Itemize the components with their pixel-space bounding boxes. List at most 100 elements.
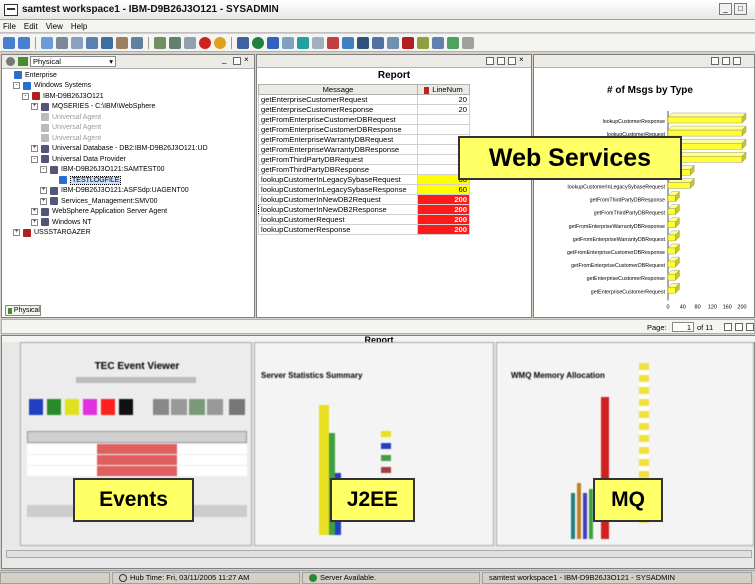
tree-node[interactable]: + Universal Database - DB2:IBM-D9B26J3O12…: [4, 144, 252, 155]
back-arrow-icon[interactable]: [3, 36, 15, 49]
menu-edit[interactable]: Edit: [24, 22, 38, 31]
refresh-icon[interactable]: [116, 36, 128, 49]
settings-icon[interactable]: [229, 399, 245, 415]
bar[interactable]: [667, 182, 691, 189]
table-row[interactable]: lookupCustomerResponse 200: [258, 224, 470, 235]
tree-node[interactable]: - Windows Systems: [4, 81, 252, 92]
filter-icon[interactable]: [184, 36, 196, 49]
panel-float-icon[interactable]: [486, 57, 494, 65]
collapse-icon[interactable]: -: [40, 166, 47, 174]
table-row[interactable]: getFromThirdPartyDBRequest: [258, 154, 470, 165]
view-select[interactable]: Physical ▾: [30, 56, 116, 67]
link-icon[interactable]: [101, 36, 113, 49]
tree-node[interactable]: - Universal Data Provider: [4, 154, 252, 165]
expand-icon[interactable]: +: [31, 208, 38, 216]
forward-arrow-icon[interactable]: [18, 36, 30, 49]
expand-icon[interactable]: +: [31, 218, 38, 226]
gauge-icon[interactable]: [372, 36, 384, 49]
tree-node[interactable]: + Services_Management:SMV00: [4, 196, 252, 207]
copy-icon[interactable]: [86, 36, 98, 49]
filter-icon[interactable]: [171, 399, 187, 415]
expand-icon[interactable]: +: [13, 229, 20, 237]
globe-icon[interactable]: [252, 36, 264, 49]
column-header-message[interactable]: Message: [258, 84, 418, 95]
panel-close-icon[interactable]: ×: [519, 56, 527, 65]
event-row[interactable]: [27, 466, 247, 476]
table-row[interactable]: lookupCustomerInLegacySybaseRequest60: [258, 174, 470, 185]
panel-split-icon[interactable]: [735, 323, 743, 331]
table-icon[interactable]: [267, 36, 279, 49]
bar[interactable]: [667, 273, 676, 281]
panel-maximize-icon[interactable]: [746, 323, 754, 331]
event-console-icon[interactable]: [402, 36, 414, 49]
collapse-icon[interactable]: -: [31, 155, 38, 163]
take-action-icon[interactable]: [447, 36, 459, 49]
tab-physical[interactable]: Physical: [5, 305, 41, 316]
table-row[interactable]: getFromEnterpriseWarrantyDBRequest: [258, 134, 470, 145]
view-icon[interactable]: [237, 36, 249, 49]
print-icon[interactable]: [153, 399, 169, 415]
bar[interactable]: [667, 195, 676, 202]
tree-node[interactable]: + WebSphere Application Server Agent: [4, 207, 252, 218]
horizontal-scrollbar[interactable]: [6, 550, 752, 558]
bar[interactable]: [667, 116, 743, 124]
panel-split-icon[interactable]: [722, 57, 730, 65]
severity-warning-icon[interactable]: [65, 399, 79, 415]
table-row[interactable]: getEnterpriseCustomerRequest 20: [258, 94, 470, 105]
close-event-icon[interactable]: [207, 399, 223, 415]
event-row[interactable]: [27, 444, 247, 454]
tree-node[interactable]: TESTLOGFILE: [4, 175, 252, 186]
bar[interactable]: [667, 221, 676, 229]
tree-node[interactable]: + Windows NT: [4, 217, 252, 228]
severity-fatal-icon[interactable]: [101, 399, 115, 415]
page-number-input[interactable]: 1: [672, 322, 694, 332]
panel-split-icon[interactable]: [233, 57, 241, 65]
menu-help[interactable]: Help: [71, 22, 87, 31]
tree-node[interactable]: Universal Agent: [4, 123, 252, 134]
collapse-icon[interactable]: -: [22, 92, 29, 100]
stop-icon[interactable]: [199, 36, 211, 49]
table-row[interactable]: getFromEnterpriseWarrantyDBResponse: [258, 144, 470, 155]
tree-node[interactable]: Universal Agent: [4, 133, 252, 144]
sound-icon[interactable]: [214, 36, 226, 49]
tree-node[interactable]: + USSSTARGAZER: [4, 228, 252, 239]
panel-maximize-icon[interactable]: [508, 57, 516, 65]
tree-node[interactable]: + MQSERIES - C:\IBM\WebSphere: [4, 102, 252, 113]
table-row[interactable]: lookupCustomerInLegacySybaseResponse 60: [258, 184, 470, 195]
pie-chart-icon[interactable]: [327, 36, 339, 49]
panel-split-icon[interactable]: [497, 57, 505, 65]
tree-node[interactable]: Enterprise: [4, 70, 252, 81]
bar[interactable]: [667, 287, 676, 294]
panel-maximize-icon[interactable]: [733, 57, 741, 65]
situation-icon[interactable]: [154, 36, 166, 49]
topology-icon[interactable]: [387, 36, 399, 49]
panel-float-icon[interactable]: [724, 323, 732, 331]
split-icon[interactable]: [131, 36, 143, 49]
notepad-view-icon[interactable]: [432, 36, 444, 49]
severity-critical-icon[interactable]: [29, 399, 43, 415]
workspace-icon[interactable]: [41, 36, 53, 49]
table-row[interactable]: lookupCustomerRequest 200: [258, 214, 470, 225]
table-row[interactable]: getFromThirdPartyDBResponse: [258, 164, 470, 175]
maximize-button[interactable]: □: [734, 3, 747, 15]
table-row[interactable]: getEnterpriseCustomerResponse 20: [258, 104, 470, 115]
panel-minimize-icon[interactable]: _: [222, 56, 230, 65]
severity-unknown-icon[interactable]: [119, 399, 133, 415]
table-row[interactable]: lookupCustomerInNewDB2Request 200: [258, 194, 470, 205]
severity-harmless-icon[interactable]: [47, 399, 61, 415]
browser-icon[interactable]: [297, 36, 309, 49]
graphic-view-icon[interactable]: [417, 36, 429, 49]
plot-chart-icon[interactable]: [342, 36, 354, 49]
minimize-button[interactable]: _: [719, 3, 732, 15]
severity-minor-icon[interactable]: [83, 399, 97, 415]
table-row[interactable]: lookupCustomerInNewDB2Response 200: [258, 204, 470, 215]
collapse-icon[interactable]: -: [13, 82, 20, 90]
tree-node[interactable]: - IBM-D9B26J3O121:SAMTEST00: [4, 165, 252, 176]
bar[interactable]: [667, 260, 676, 268]
bar-chart-icon[interactable]: [312, 36, 324, 49]
edit-icon[interactable]: [462, 36, 474, 49]
table-row[interactable]: getFromEnterpriseCustomerDBRequest: [258, 114, 470, 125]
menu-file[interactable]: File: [3, 22, 16, 31]
panel-float-icon[interactable]: [711, 57, 719, 65]
terminal-icon[interactable]: [357, 36, 369, 49]
